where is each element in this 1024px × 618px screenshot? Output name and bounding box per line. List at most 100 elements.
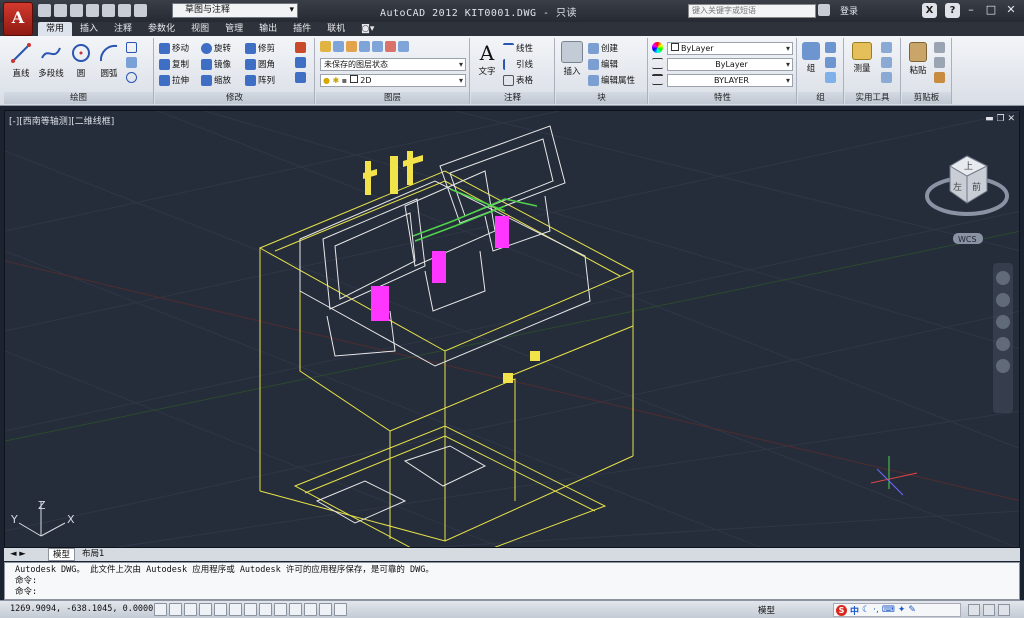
restore-icon[interactable]: □ [984, 3, 998, 17]
block-panel-label[interactable]: 块 [556, 92, 647, 104]
tab-0[interactable]: 常用 [38, 22, 73, 36]
insert-tool[interactable]: 插入 [560, 41, 584, 77]
tab-3[interactable]: 参数化 [140, 22, 183, 36]
clean-screen-icon[interactable] [983, 604, 995, 616]
coordinates-readout[interactable]: 1269.9094, -638.1045, 0.0000 [10, 604, 153, 614]
lineweight-toggle-icon[interactable] [289, 603, 302, 616]
id-point-icon[interactable] [881, 72, 892, 83]
rectangle-icon[interactable] [126, 42, 137, 53]
current-layer-select[interactable]: ● ✱ ▪ 2D [320, 74, 466, 87]
orbit-icon[interactable] [996, 337, 1010, 351]
modify-panel-label[interactable]: 修改 [155, 92, 314, 104]
vp-minimize-icon[interactable]: ▬ [985, 114, 994, 124]
match-properties-icon[interactable] [934, 72, 945, 83]
quick-select-icon[interactable] [881, 42, 892, 53]
layer-panel-label[interactable]: 图层 [316, 92, 469, 104]
properties-panel-label[interactable]: 特性 [649, 92, 796, 104]
search-icon[interactable] [818, 4, 830, 16]
command-prompt[interactable]: 命令: [15, 587, 1009, 598]
draw-panel-label[interactable]: 绘图 [4, 92, 153, 104]
layer-icon-6[interactable] [385, 41, 396, 52]
layer-icon-4[interactable] [359, 41, 370, 52]
grid-icon[interactable] [169, 603, 182, 616]
3d-osnap-icon[interactable] [229, 603, 242, 616]
osnap-icon[interactable] [214, 603, 227, 616]
stretch-tool[interactable]: 拉伸 [159, 74, 189, 86]
create-block-tool[interactable]: 创建 [588, 42, 618, 54]
status-menu-icon[interactable] [998, 604, 1010, 616]
tab-layout1[interactable]: 布局1 [78, 548, 108, 561]
polar-icon[interactable] [199, 603, 212, 616]
ungroup-icon[interactable] [825, 42, 836, 53]
quick-props-icon[interactable] [319, 603, 332, 616]
exchange-icon[interactable]: X [922, 3, 937, 18]
dyn-icon[interactable] [274, 603, 287, 616]
color-wheel-icon[interactable] [652, 42, 663, 53]
annotation-panel-label[interactable]: 注释 [471, 92, 554, 104]
scale-tool[interactable]: 缩放 [201, 74, 231, 86]
table-tool[interactable]: 表格 [503, 74, 533, 86]
command-line[interactable]: Autodesk DWG。 此文件上次由 Autodesk 应用程序或 Auto… [4, 562, 1020, 600]
explode-icon[interactable] [295, 57, 306, 68]
minimize-icon[interactable]: – [964, 3, 978, 17]
group-select-icon[interactable] [825, 72, 836, 83]
layer-icon-5[interactable] [372, 41, 383, 52]
color-select[interactable]: ByLayer [667, 42, 793, 55]
save-icon[interactable] [70, 4, 83, 17]
vp-close-icon[interactable]: ✕ [1007, 114, 1015, 124]
tab-4[interactable]: 视图 [183, 22, 217, 36]
tab-model[interactable]: 模型 [48, 548, 76, 561]
linetype-icon[interactable] [652, 58, 663, 69]
fillet-tool[interactable]: 圆角 [245, 58, 275, 70]
groups-panel-label[interactable]: 组 [798, 92, 843, 104]
ellipse-icon[interactable] [126, 72, 137, 83]
layer-icon-7[interactable] [398, 41, 409, 52]
viewport-label[interactable]: [-][西南等轴测][二维线框] [9, 114, 114, 127]
tab-7[interactable]: 插件 [285, 22, 319, 36]
toolbar-lock-icon[interactable] [968, 604, 980, 616]
mirror-tool[interactable]: 镜像 [201, 58, 231, 70]
edit-block-tool[interactable]: 编辑 [588, 58, 618, 70]
showmotion-icon[interactable] [996, 359, 1010, 373]
transparency-icon[interactable] [304, 603, 317, 616]
pan-icon[interactable] [996, 293, 1010, 307]
redo-icon[interactable] [134, 4, 147, 17]
help-search-input[interactable]: 键入关键字或短语 [688, 4, 816, 18]
measure-tool[interactable]: 测量 [849, 42, 875, 74]
line-tool[interactable]: 直线 [8, 42, 34, 79]
model-space-button[interactable]: 模型 [758, 604, 775, 616]
linear-dim-tool[interactable]: 线性 [503, 42, 533, 54]
copy-clip-icon[interactable] [934, 57, 945, 68]
arc-tool[interactable]: 圆弧 [96, 42, 122, 79]
print-icon[interactable] [102, 4, 115, 17]
linetype-select[interactable]: ByLayer [667, 58, 793, 71]
tab-5[interactable]: 管理 [217, 22, 251, 36]
circle-tool[interactable]: 圆 [68, 42, 94, 79]
group-edit-icon[interactable] [825, 57, 836, 68]
array-tool[interactable]: 阵列 [245, 74, 275, 86]
erase-icon[interactable] [295, 42, 306, 53]
layer-icon-3[interactable] [346, 41, 357, 52]
login-link[interactable]: 登录 [840, 4, 858, 17]
undo-icon[interactable] [118, 4, 131, 17]
clipboard-panel-label[interactable]: 剪贴板 [902, 92, 951, 104]
polyline-tool[interactable]: 多段线 [36, 42, 66, 79]
drawing-viewport[interactable]: Z X Y 上 左 前 WCS [-][西南等轴测][二维线框] ▬ ❐ ✕ [4, 110, 1020, 548]
layer-state-select[interactable]: 未保存的图层状态 [320, 58, 466, 71]
otrack-icon[interactable] [244, 603, 257, 616]
new-icon[interactable] [38, 4, 51, 17]
ducs-icon[interactable] [259, 603, 272, 616]
leader-tool[interactable]: 引线 [503, 58, 533, 70]
snap-icon[interactable] [154, 603, 167, 616]
steering-wheel-icon[interactable] [996, 271, 1010, 285]
help-icon[interactable]: ? [945, 3, 960, 18]
lineweight-select[interactable]: BYLAYER [667, 74, 793, 87]
group-tool[interactable]: 组 [801, 42, 821, 74]
layout-nav-arrows[interactable]: ◄ ► [6, 548, 30, 561]
ribbon-options-icon[interactable]: ◙▾ [353, 22, 382, 36]
hatch-icon[interactable] [126, 57, 137, 68]
edit-attributes-tool[interactable]: 编辑属性 [588, 74, 635, 86]
lineweight-icon[interactable] [652, 74, 663, 85]
open-icon[interactable] [54, 4, 67, 17]
selection-cycling-icon[interactable] [334, 603, 347, 616]
